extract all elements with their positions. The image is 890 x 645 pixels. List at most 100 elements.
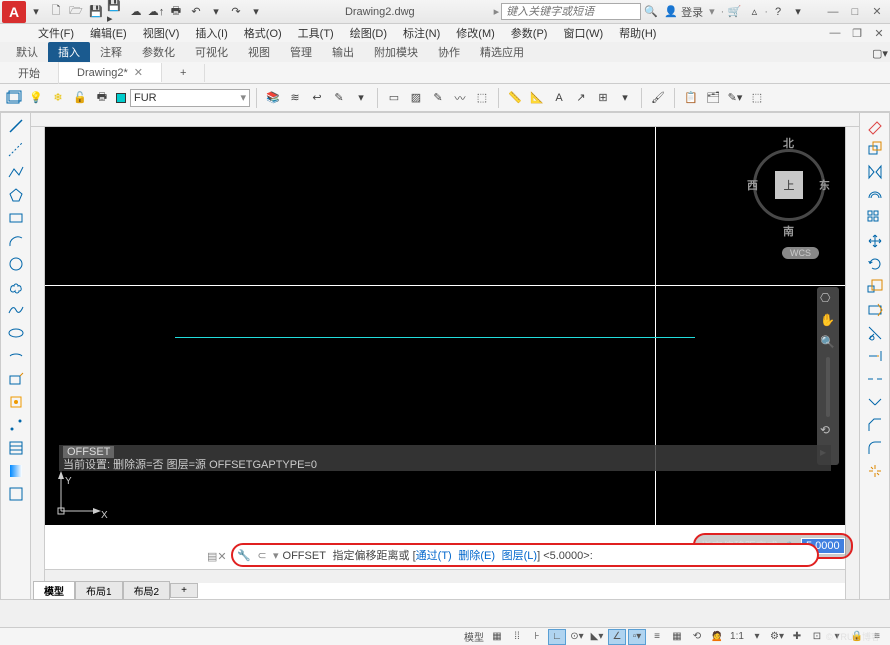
sheet-icon[interactable]: 🗂	[704, 89, 722, 107]
menu-insert[interactable]: 插入(I)	[187, 25, 235, 41]
login-link[interactable]: 登录	[681, 4, 703, 20]
text-icon[interactable]: A	[550, 89, 568, 107]
circle-tool[interactable]	[4, 253, 28, 275]
ortho-toggle[interactable]: ∟	[548, 629, 566, 645]
close-button[interactable]: ✕	[868, 5, 886, 19]
new-icon[interactable]: 🗋	[47, 3, 65, 21]
point-tool[interactable]	[4, 414, 28, 436]
osnap-toggle[interactable]: ∠	[608, 629, 626, 645]
revcloud-tool[interactable]	[4, 276, 28, 298]
ribbon-tab-parametric[interactable]: 参数化	[132, 42, 185, 62]
move-tool[interactable]	[863, 230, 887, 252]
menu-modify[interactable]: 修改(M)	[448, 25, 503, 41]
props-icon[interactable]: 📋	[682, 89, 700, 107]
undo-drop-icon[interactable]: ▾	[207, 3, 225, 21]
viewcube-top-face[interactable]: 上	[775, 171, 803, 199]
erase-tool[interactable]	[863, 115, 887, 137]
polyline-tool[interactable]	[4, 161, 28, 183]
scale-drop-icon[interactable]: ▾	[748, 629, 766, 645]
infer-toggle[interactable]: ⊦	[528, 629, 546, 645]
hatch-icon[interactable]: ▨	[407, 89, 425, 107]
grid-toggle[interactable]: ▦	[488, 629, 506, 645]
doc-close-button[interactable]: ✕	[870, 26, 888, 40]
join-tool[interactable]	[863, 391, 887, 413]
cmdline-close-icon[interactable]: ▤✕	[207, 550, 227, 563]
layer-color-swatch[interactable]	[116, 93, 126, 103]
ribbon-tab-addins[interactable]: 附加模块	[364, 42, 428, 62]
help-icon[interactable]: ?	[769, 3, 787, 21]
menu-edit[interactable]: 编辑(E)	[82, 25, 135, 41]
layer-plot-icon[interactable]: 🖶	[93, 89, 111, 107]
ribbon-tab-output[interactable]: 输出	[322, 42, 364, 62]
tab-layout2[interactable]: 布局2	[123, 581, 171, 600]
ribbon-tab-annotate[interactable]: 注释	[90, 42, 132, 62]
spline-tool[interactable]	[4, 299, 28, 321]
lineweight-toggle[interactable]: ≡	[648, 629, 666, 645]
table-icon[interactable]: ⊞	[594, 89, 612, 107]
tab-add-button[interactable]: +	[162, 64, 205, 82]
dim-linear-icon[interactable]: 📏	[506, 89, 524, 107]
user-icon[interactable]: 👤	[662, 3, 680, 21]
minimize-button[interactable]: —	[824, 5, 842, 19]
chamfer-tool[interactable]	[863, 414, 887, 436]
ribbon-tab-default[interactable]: 默认	[6, 42, 48, 62]
menu-format[interactable]: 格式(O)	[236, 25, 290, 41]
annotation-monitor-icon[interactable]: ✚	[788, 629, 806, 645]
layer-prev-icon[interactable]: ↩	[308, 89, 326, 107]
compass-w[interactable]: 西	[747, 177, 758, 193]
make-block-tool[interactable]	[4, 391, 28, 413]
wcs-badge[interactable]: WCS	[782, 247, 819, 259]
web-open-icon[interactable]: ☁	[127, 3, 145, 21]
ribbon-tab-view[interactable]: 视图	[238, 42, 280, 62]
copy-tool[interactable]	[863, 138, 887, 160]
layer-on-icon[interactable]: 💡	[27, 89, 45, 107]
brush-icon[interactable]: 🖌	[649, 89, 667, 107]
ribbon-tab-manage[interactable]: 管理	[280, 42, 322, 62]
wipeout-icon[interactable]: ⬚	[473, 89, 491, 107]
model-viewport[interactable]: 北 南 西 东 上 WCS ⎔ ✋ 🔍 ⟲ ▸	[45, 127, 845, 525]
array-tool[interactable]	[863, 207, 887, 229]
tab-drawing2[interactable]: Drawing2* ✕	[59, 63, 162, 82]
nav-pan-icon[interactable]: ✋	[820, 313, 836, 329]
tab-start[interactable]: 开始	[0, 62, 59, 84]
osnap-2d-toggle[interactable]: ▫▾	[628, 629, 646, 645]
nav-wheel-icon[interactable]: ⎔	[820, 291, 836, 307]
command-line[interactable]: 🔧 ⊂ ▾ OFFSET 指定偏移距离或 [通过(T) 删除(E) 图层(L)]…	[231, 543, 819, 567]
gradient-tool[interactable]	[4, 460, 28, 482]
nav-zoom-icon[interactable]: 🔍	[820, 335, 836, 351]
cmdline-customize-icon[interactable]: 🔧	[237, 548, 251, 562]
dim-style-icon[interactable]: 📐	[528, 89, 546, 107]
polar-toggle[interactable]: ⊙▾	[568, 629, 586, 645]
layer-dropdown[interactable]: FUR ▾	[130, 89, 250, 107]
layer-match-icon[interactable]: ✎	[330, 89, 348, 107]
drop2-icon[interactable]: ▾	[616, 89, 634, 107]
boundary-icon[interactable]: ✎	[429, 89, 447, 107]
region-icon[interactable]: 〰	[451, 89, 469, 107]
menu-tools[interactable]: 工具(T)	[290, 25, 342, 41]
cycling-toggle[interactable]: ⟲	[688, 629, 706, 645]
ribbon-tab-collab[interactable]: 协作	[428, 42, 470, 62]
search-icon[interactable]: 🔍	[642, 3, 660, 21]
help-search-input[interactable]	[501, 3, 641, 20]
snap-toggle[interactable]: ⁞⁞	[508, 629, 526, 645]
ribbon-tab-insert[interactable]: 插入	[48, 42, 90, 62]
ellipse-tool[interactable]	[4, 322, 28, 344]
web-save-icon[interactable]: ☁↑	[147, 3, 165, 21]
plot-icon[interactable]: 🖶	[167, 3, 185, 21]
compass-n[interactable]: 北	[783, 135, 794, 151]
undo-icon[interactable]: ↶	[187, 3, 205, 21]
status-model[interactable]: 模型	[462, 629, 486, 645]
rectangle-tool[interactable]	[4, 207, 28, 229]
open-icon[interactable]: 🗁	[67, 3, 85, 21]
login-drop-icon[interactable]: ▾	[709, 5, 715, 18]
app-logo[interactable]: A	[2, 1, 26, 23]
viewcube[interactable]: 北 南 西 东 上	[749, 135, 829, 235]
stretch-tool[interactable]	[863, 299, 887, 321]
qat-dropdown-icon[interactable]: ▾	[27, 3, 45, 21]
tab-close-icon[interactable]: ✕	[134, 66, 143, 79]
construction-line-tool[interactable]	[4, 138, 28, 160]
save-icon[interactable]: 💾	[87, 3, 105, 21]
layer-freeze-icon[interactable]: ❄	[49, 89, 67, 107]
compass-e[interactable]: 东	[819, 177, 830, 193]
tab-layout1[interactable]: 布局1	[75, 581, 123, 600]
